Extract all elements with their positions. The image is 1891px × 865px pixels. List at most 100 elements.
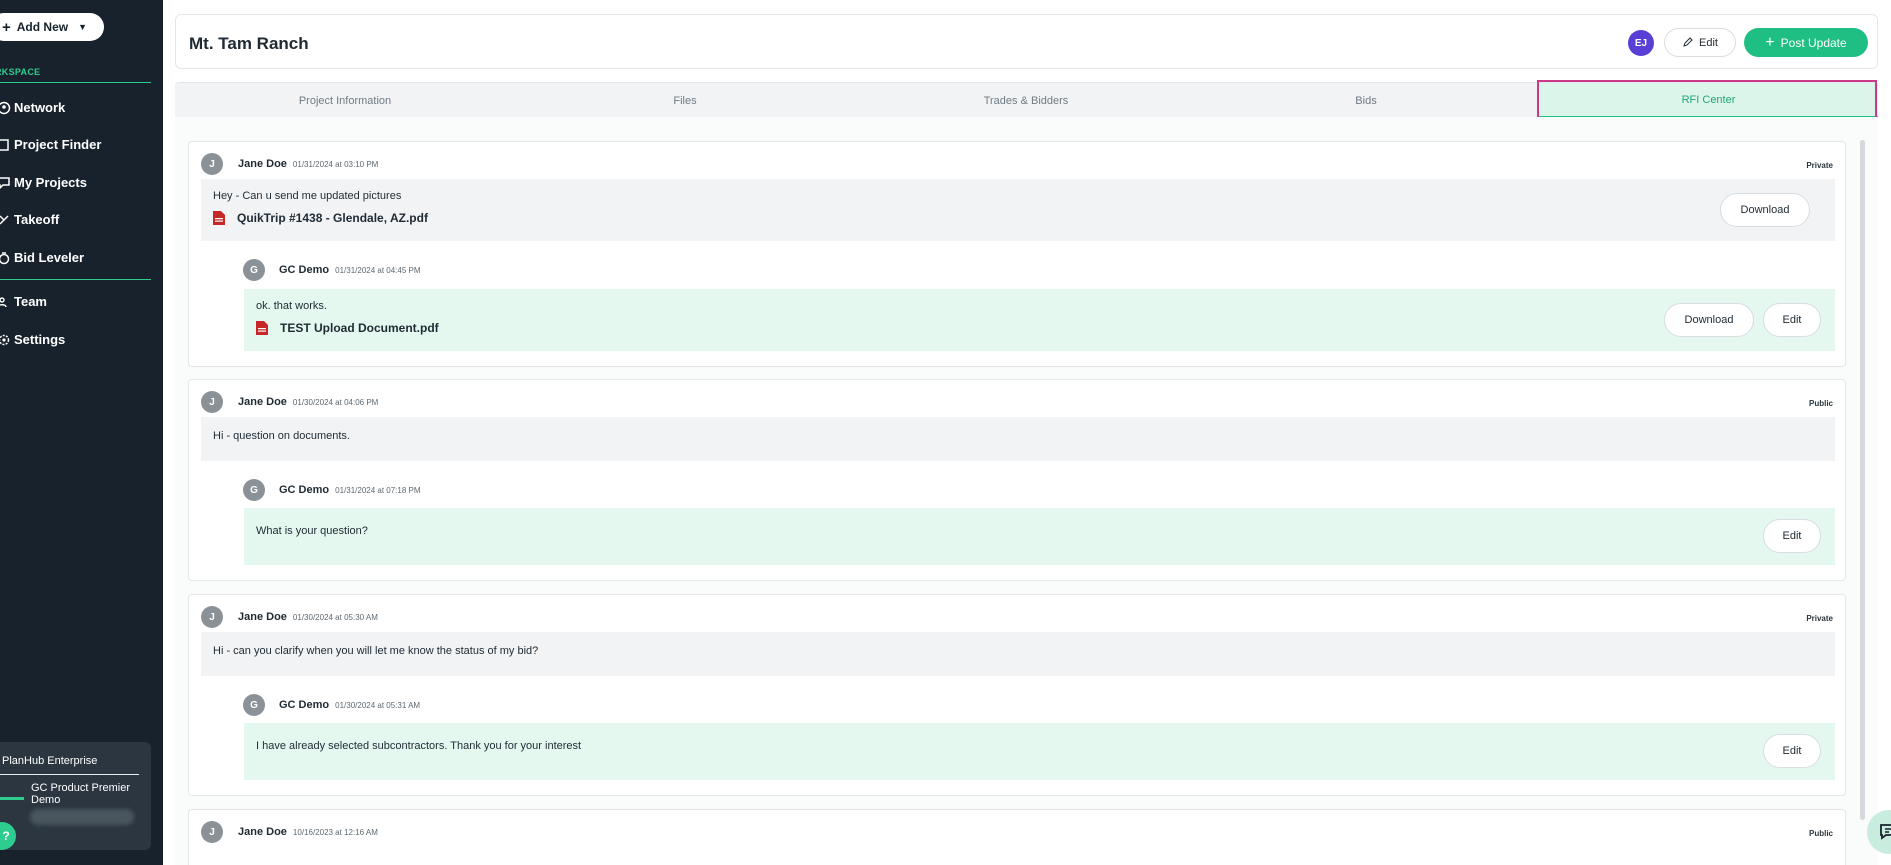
avatar: J: [201, 153, 223, 175]
message-text: Hey - Can u send me updated pictures: [213, 190, 402, 202]
privacy-badge: Private: [1806, 614, 1833, 623]
avatar: G: [243, 694, 265, 716]
divider: [0, 82, 151, 83]
timestamp: 01/30/2024 at 05:31 AM: [335, 700, 421, 710]
reply-body: I have already selected subcontractors. …: [244, 723, 1835, 780]
reply-body: ok. that works. TEST Upload Document.pdf…: [244, 289, 1835, 351]
avatar: J: [201, 821, 223, 843]
post-header: J Jane Doe 10/16/2023 at 12:16 AM: [201, 821, 378, 843]
page-title: Mt. Tam Ranch: [189, 34, 309, 53]
author-name: Jane Doe: [238, 158, 287, 170]
tab-trades-bidders[interactable]: Trades & Bidders: [856, 83, 1196, 118]
timestamp: 01/30/2024 at 05:30 AM: [292, 612, 378, 622]
message-body: Hey - Can u send me updated pictures Qui…: [201, 179, 1835, 241]
network-icon: [0, 101, 14, 115]
file-name: QuikTrip #1438 - Glendale, AZ.pdf: [237, 211, 428, 225]
rfi-list: J Jane Doe 01/31/2024 at 03:10 PM Privat…: [175, 117, 1878, 865]
download-button[interactable]: Download: [1664, 303, 1754, 337]
reply-header: G GC Demo 01/31/2024 at 04:45 PM: [243, 259, 421, 281]
tab-project-information[interactable]: Project Information: [175, 83, 515, 118]
file-attachment[interactable]: QuikTrip #1438 - Glendale, AZ.pdf: [213, 211, 428, 225]
rfi-thread: J Jane Doe 01/30/2024 at 04:06 PM Public…: [188, 379, 1846, 581]
author-name: Jane Doe: [238, 826, 287, 838]
timestamp: 01/30/2024 at 04:06 PM: [292, 397, 379, 407]
message-text: Hi - question on documents.: [213, 430, 350, 442]
enterprise-panel[interactable]: PlanHub Enterprise GC Product Premier De…: [0, 742, 151, 850]
author-name: GC Demo: [279, 484, 330, 496]
plus-icon: +: [1765, 33, 1775, 51]
author-name: GC Demo: [279, 264, 330, 276]
add-new-label: Add New: [16, 20, 69, 34]
message-body: Hi - can you clarify when you will let m…: [201, 632, 1835, 676]
edit-button[interactable]: Edit: [1763, 519, 1821, 553]
add-new-button[interactable]: + Add New ▼: [0, 13, 104, 41]
sidebar-item-settings[interactable]: Settings: [0, 332, 65, 347]
enterprise-title: PlanHub Enterprise: [2, 755, 98, 767]
edit-button[interactable]: Edit: [1763, 303, 1821, 337]
avatar: G: [243, 479, 265, 501]
workspace-label: RKSPACE: [0, 67, 41, 77]
reply-header: G GC Demo 01/30/2024 at 05:31 AM: [243, 694, 420, 716]
gear-icon: [0, 333, 14, 347]
avatar: J: [201, 391, 223, 413]
my-projects-icon: [0, 176, 14, 190]
sidebar-item-project-finder[interactable]: Project Finder: [0, 137, 101, 152]
message-text: Hi - can you clarify when you will let m…: [213, 645, 539, 657]
tab-bids[interactable]: Bids: [1196, 83, 1536, 118]
download-button[interactable]: Download: [1720, 193, 1810, 227]
post-update-button[interactable]: + Post Update: [1744, 28, 1868, 57]
reply-header: G GC Demo 01/31/2024 at 07:18 PM: [243, 479, 421, 501]
post-header: J Jane Doe 01/30/2024 at 04:06 PM: [201, 391, 378, 413]
bid-leveler-icon: [0, 251, 14, 265]
pdf-icon: [256, 321, 268, 335]
avatar: J: [201, 606, 223, 628]
app-root: + Add New ▼ RKSPACE Network Project Find…: [0, 0, 1891, 865]
privacy-badge: Public: [1808, 829, 1833, 838]
reply-body: What is your question? Edit: [244, 508, 1835, 565]
sidebar-item-label: My Projects: [14, 175, 87, 190]
sidebar-item-label: Project Finder: [14, 137, 102, 152]
avatar[interactable]: EJ: [1628, 30, 1654, 56]
file-attachment[interactable]: TEST Upload Document.pdf: [256, 321, 439, 335]
timestamp: 10/16/2023 at 12:16 AM: [292, 827, 378, 837]
sidebar-item-network[interactable]: Network: [0, 100, 65, 115]
rfi-thread: J Jane Doe 01/30/2024 at 05:30 AM Privat…: [188, 594, 1846, 796]
org-name: GC Product Premier Demo: [31, 782, 131, 806]
avatar: G: [243, 259, 265, 281]
privacy-badge: Private: [1806, 161, 1833, 170]
edit-label: Edit: [1699, 36, 1718, 49]
sidebar-item-label: Bid Leveler: [14, 250, 85, 265]
timestamp: 01/31/2024 at 07:18 PM: [335, 485, 421, 495]
project-finder-icon: [0, 138, 14, 152]
sidebar-item-label: Network: [14, 100, 66, 115]
sidebar-item-takeoff[interactable]: Takeoff: [0, 212, 59, 227]
divider: [0, 774, 139, 775]
takeoff-icon: [0, 213, 14, 227]
pdf-icon: [213, 211, 225, 225]
team-icon: [0, 295, 14, 309]
privacy-badge: Public: [1808, 399, 1833, 408]
sidebar: + Add New ▼ RKSPACE Network Project Find…: [0, 0, 163, 865]
timestamp: 01/31/2024 at 04:45 PM: [335, 265, 421, 275]
edit-button[interactable]: Edit: [1763, 734, 1821, 768]
message-body: Hi - question on documents.: [201, 417, 1835, 461]
message-text: What is your question?: [256, 525, 368, 537]
edit-project-button[interactable]: Edit: [1664, 28, 1736, 57]
sidebar-item-team[interactable]: Team: [0, 294, 47, 309]
sidebar-item-label: Team: [14, 294, 47, 309]
sidebar-item-my-projects[interactable]: My Projects: [0, 175, 87, 190]
divider: [0, 279, 151, 280]
tab-rfi-center[interactable]: RFI Center: [1539, 83, 1878, 118]
scrollbar[interactable]: [1860, 140, 1865, 820]
tab-files[interactable]: Files: [515, 83, 855, 118]
author-name: Jane Doe: [238, 611, 287, 623]
project-header: Mt. Tam Ranch EJ Edit + Post Update: [175, 14, 1878, 69]
sidebar-item-bid-leveler[interactable]: Bid Leveler: [0, 250, 84, 265]
file-name: TEST Upload Document.pdf: [280, 321, 439, 335]
post-header: J Jane Doe 01/31/2024 at 03:10 PM: [201, 153, 378, 175]
post-update-label: Post Update: [1780, 35, 1847, 50]
rfi-thread: J Jane Doe 01/31/2024 at 03:10 PM Privat…: [188, 141, 1846, 367]
message-text: ok. that works.: [256, 300, 327, 312]
plus-icon: +: [2, 18, 11, 36]
timestamp: 01/31/2024 at 03:10 PM: [292, 159, 379, 169]
